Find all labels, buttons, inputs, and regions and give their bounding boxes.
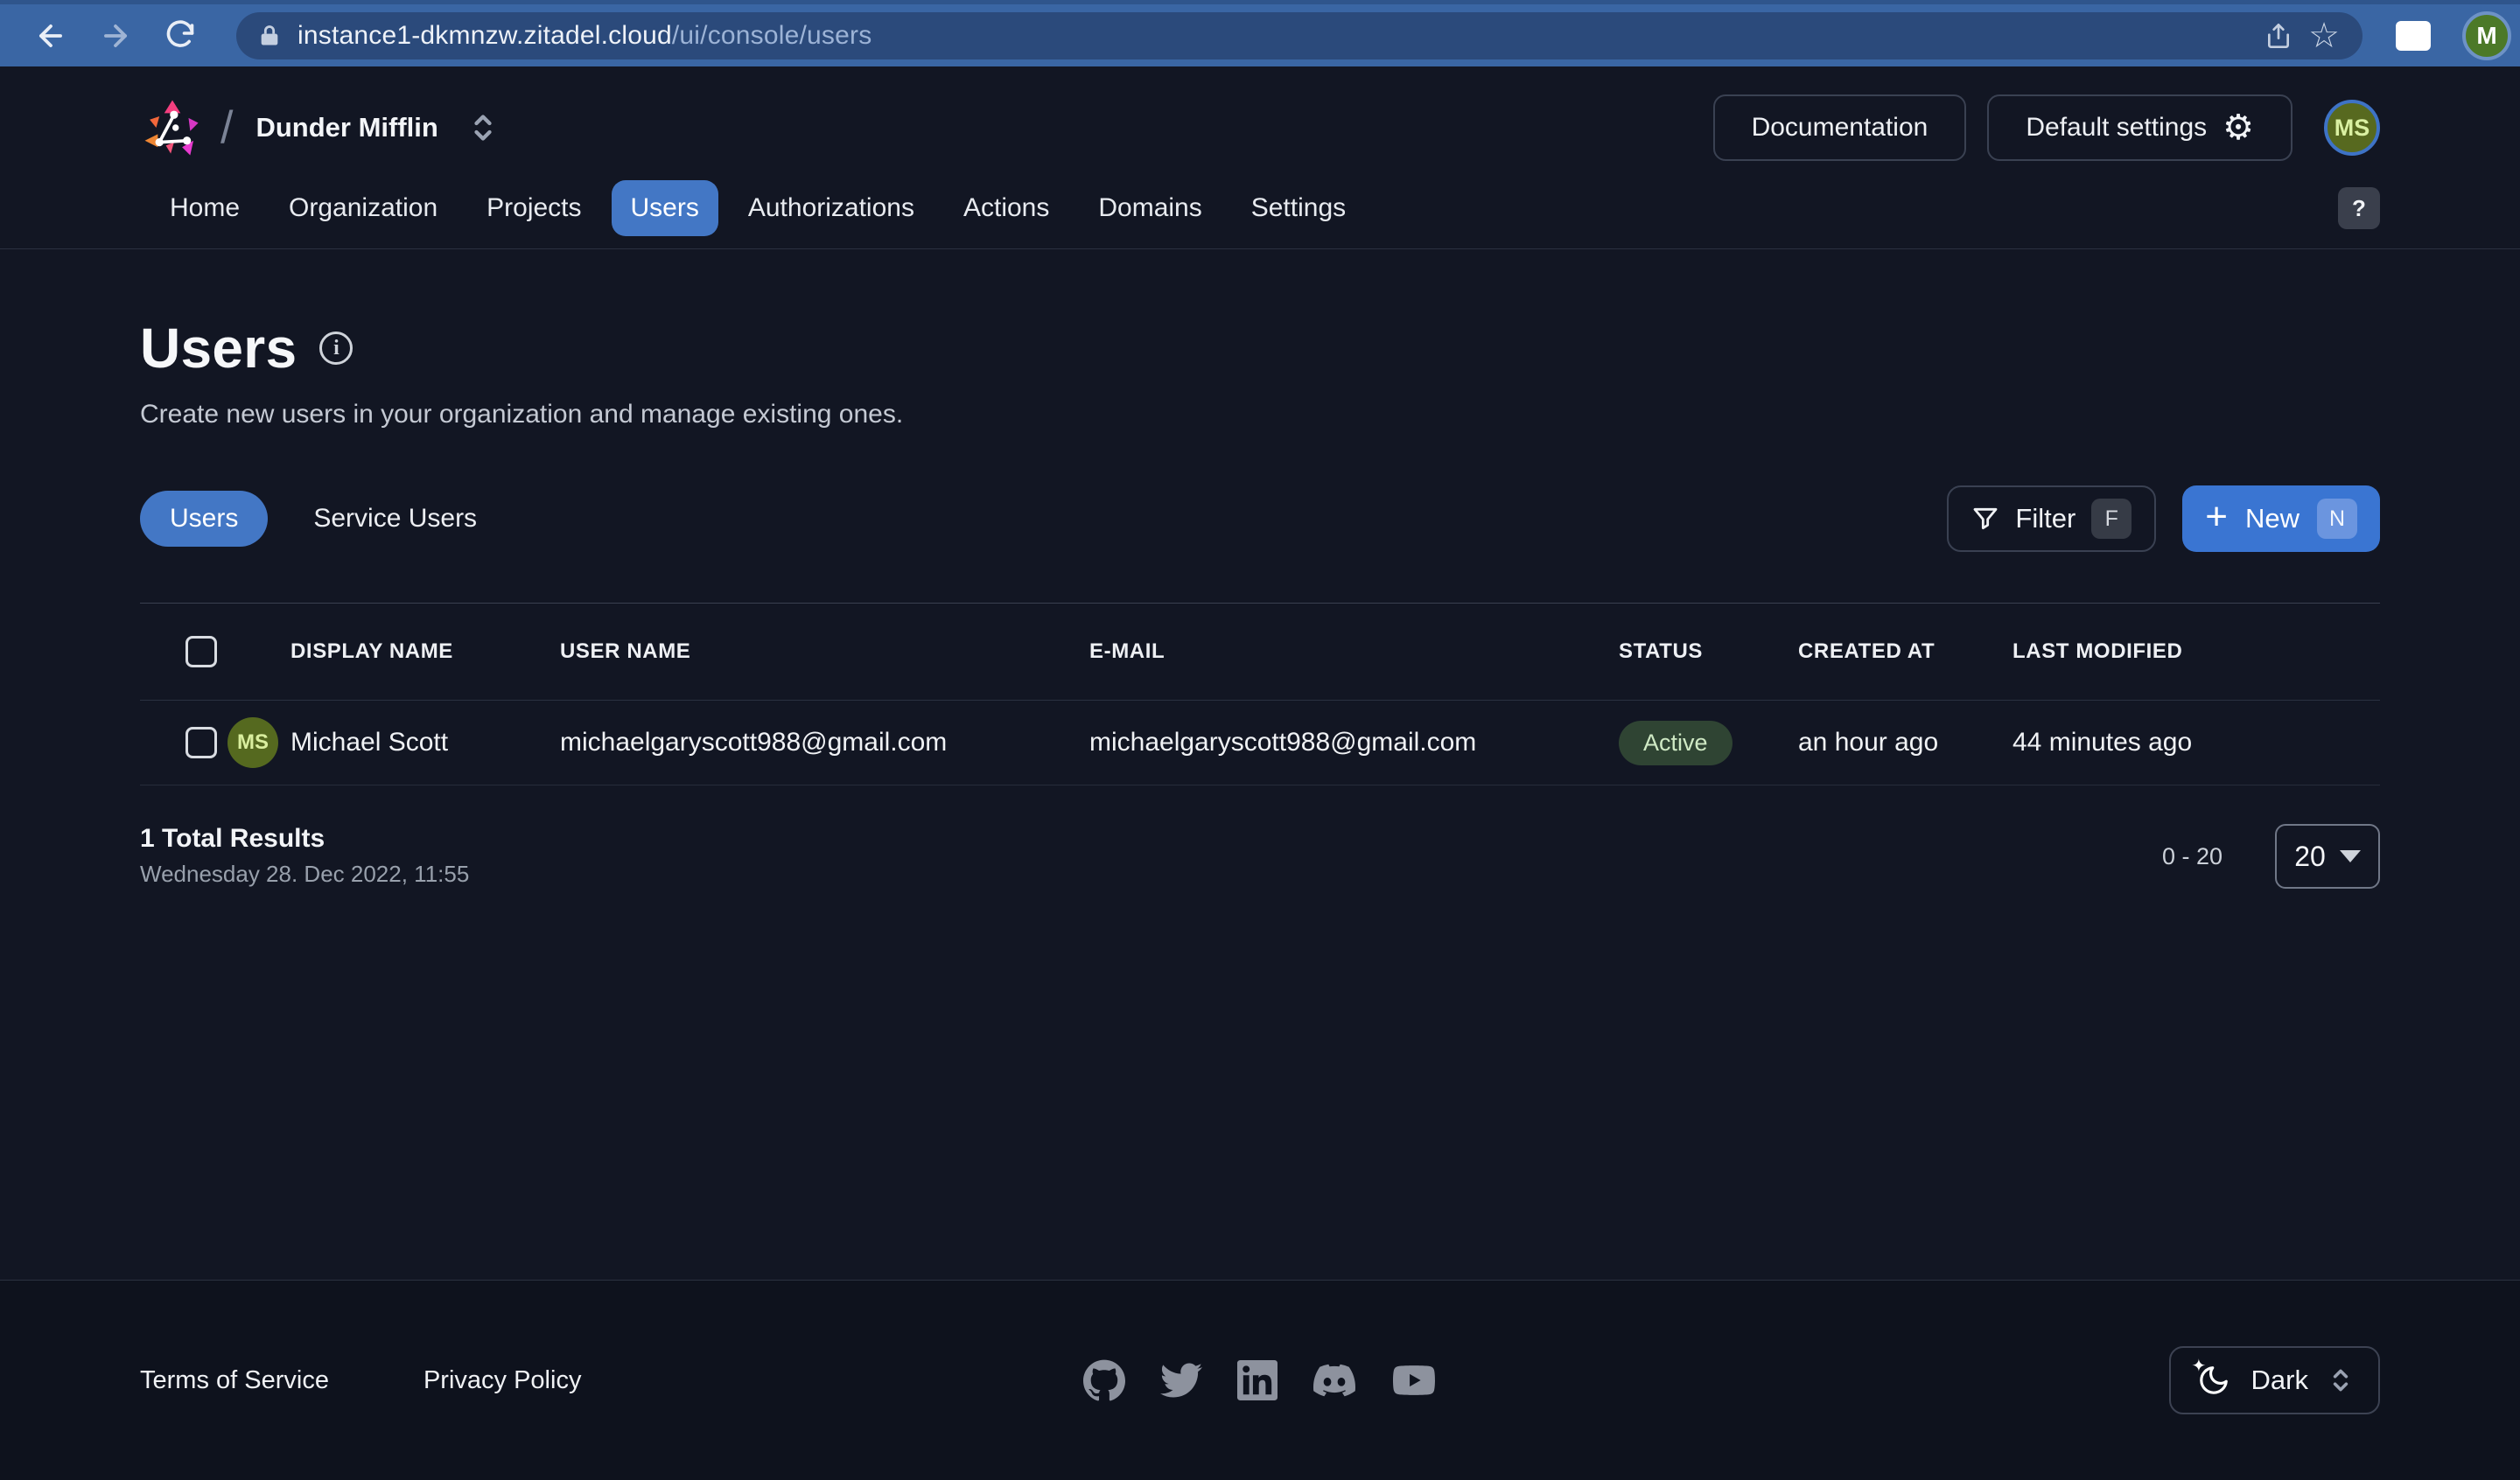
users-table: DISPLAY NAME USER NAME E-MAIL STATUS CRE… — [140, 603, 2380, 785]
filter-funnel-icon — [1971, 505, 1999, 533]
theme-toggle[interactable]: ✦ Dark — [2169, 1346, 2380, 1414]
total-results: 1 Total Results — [140, 824, 469, 854]
default-settings-button[interactable]: Default settings ⚙ — [1987, 94, 2292, 161]
zitadel-logo[interactable] — [140, 95, 205, 160]
browser-back-button[interactable] — [23, 8, 79, 64]
toolbar: Users Service Users Filter F + New N — [140, 485, 2380, 552]
table-row[interactable]: MS Michael Scott michaelgaryscott988@gma… — [140, 701, 2380, 785]
user-avatar[interactable]: MS — [2324, 100, 2380, 156]
nav-item-organization[interactable]: Organization — [270, 180, 457, 236]
chevron-down-icon — [2340, 850, 2361, 862]
col-created-at: CREATED AT — [1798, 639, 2012, 664]
privacy-policy-link[interactable]: Privacy Policy — [424, 1366, 582, 1395]
page-title: Users — [140, 316, 297, 380]
url-host: instance1-dkmnzw.zitadel.cloud — [298, 21, 672, 50]
main-content: Users i Create new users in your organiz… — [0, 316, 2520, 889]
nav-item-domains[interactable]: Domains — [1079, 180, 1221, 236]
main-nav: Home Organization Projects Users Authori… — [0, 171, 2520, 249]
back-arrow-icon — [34, 19, 67, 52]
filter-button[interactable]: Filter F — [1947, 485, 2156, 552]
browser-profile-avatar[interactable]: M — [2462, 11, 2511, 60]
youtube-icon[interactable] — [1391, 1359, 1437, 1401]
col-user-name: USER NAME — [560, 639, 1089, 664]
url-text: instance1-dkmnzw.zitadel.cloud/ui/consol… — [298, 21, 872, 51]
browser-reload-button[interactable] — [152, 8, 208, 64]
row-checkbox[interactable] — [186, 727, 217, 758]
page-range: 0 - 20 — [2162, 843, 2222, 870]
filter-shortcut-badge: F — [2091, 499, 2132, 539]
default-settings-label: Default settings — [2026, 113, 2207, 143]
org-divider-slash: / — [220, 101, 233, 154]
nav-item-projects[interactable]: Projects — [467, 180, 600, 236]
select-all-checkbox[interactable] — [186, 636, 217, 667]
social-links — [1083, 1359, 1437, 1401]
cell-last-modified: 44 minutes ago — [2012, 728, 2380, 757]
app-header: / Dunder Mifflin Documentation Default s… — [0, 66, 2520, 171]
forward-arrow-icon — [99, 19, 132, 52]
pagination: 1 Total Results Wednesday 28. Dec 2022, … — [140, 824, 2380, 889]
side-panel-icon[interactable] — [2396, 21, 2431, 51]
documentation-label: Documentation — [1752, 113, 1928, 143]
linkedin-icon[interactable] — [1237, 1360, 1278, 1400]
cell-email: michaelgaryscott988@gmail.com — [1089, 728, 1619, 757]
terms-of-service-link[interactable]: Terms of Service — [140, 1366, 329, 1395]
nav-item-settings[interactable]: Settings — [1232, 180, 1365, 236]
cell-user-name: michaelgaryscott988@gmail.com — [560, 728, 1089, 757]
new-button[interactable]: + New N — [2182, 485, 2380, 552]
tab-users[interactable]: Users — [140, 491, 268, 547]
tab-service-users[interactable]: Service Users — [284, 491, 507, 547]
theme-switcher-chevrons-icon — [2329, 1365, 2352, 1395]
app-root: / Dunder Mifflin Documentation Default s… — [0, 66, 2520, 889]
col-status: STATUS — [1619, 639, 1798, 664]
address-bar[interactable]: instance1-dkmnzw.zitadel.cloud/ui/consol… — [236, 12, 2362, 59]
reload-icon — [164, 20, 196, 52]
results-timestamp: Wednesday 28. Dec 2022, 11:55 — [140, 861, 469, 888]
moon-icon: ✦ — [2197, 1364, 2230, 1397]
col-last-modified: LAST MODIFIED — [2012, 639, 2380, 664]
page-subtitle: Create new users in your organization an… — [140, 400, 2380, 429]
nav-item-home[interactable]: Home — [150, 180, 259, 236]
share-icon[interactable] — [2264, 21, 2292, 51]
github-icon[interactable] — [1083, 1359, 1125, 1401]
col-email: E-MAIL — [1089, 639, 1619, 664]
nav-item-authorizations[interactable]: Authorizations — [729, 180, 934, 236]
gear-icon: ⚙ — [2222, 110, 2254, 145]
cell-display-name: Michael Scott — [290, 728, 560, 757]
nav-item-actions[interactable]: Actions — [944, 180, 1068, 236]
org-name[interactable]: Dunder Mifflin — [256, 112, 438, 143]
org-switcher-icon[interactable] — [470, 110, 496, 145]
nav-item-users[interactable]: Users — [612, 180, 718, 236]
browser-forward-button[interactable] — [88, 8, 144, 64]
info-icon[interactable]: i — [319, 332, 353, 365]
discord-icon[interactable] — [1312, 1359, 1356, 1401]
new-shortcut-badge: N — [2317, 499, 2357, 539]
lock-icon — [257, 23, 282, 49]
cell-created-at: an hour ago — [1798, 728, 2012, 757]
table-header-row: DISPLAY NAME USER NAME E-MAIL STATUS CRE… — [140, 603, 2380, 701]
status-badge: Active — [1619, 721, 1732, 765]
new-label: New — [2245, 503, 2300, 534]
plus-icon: + — [2205, 501, 2228, 532]
col-display-name: DISPLAY NAME — [290, 639, 560, 664]
browser-chrome: instance1-dkmnzw.zitadel.cloud/ui/consol… — [0, 0, 2520, 66]
page-size-select[interactable]: 20 — [2275, 824, 2380, 889]
bookmark-star-icon[interactable]: ☆ — [2308, 18, 2340, 53]
page-size-value: 20 — [2294, 841, 2326, 873]
row-avatar: MS — [228, 717, 278, 768]
twitter-icon[interactable] — [1160, 1359, 1202, 1401]
theme-label: Dark — [2251, 1365, 2308, 1396]
help-button[interactable]: ? — [2338, 187, 2380, 229]
filter-label: Filter — [2015, 503, 2076, 534]
url-path: /ui/console/users — [672, 21, 872, 50]
footer: Terms of Service Privacy Policy ✦ — [0, 1280, 2520, 1480]
documentation-button[interactable]: Documentation — [1713, 94, 1967, 161]
